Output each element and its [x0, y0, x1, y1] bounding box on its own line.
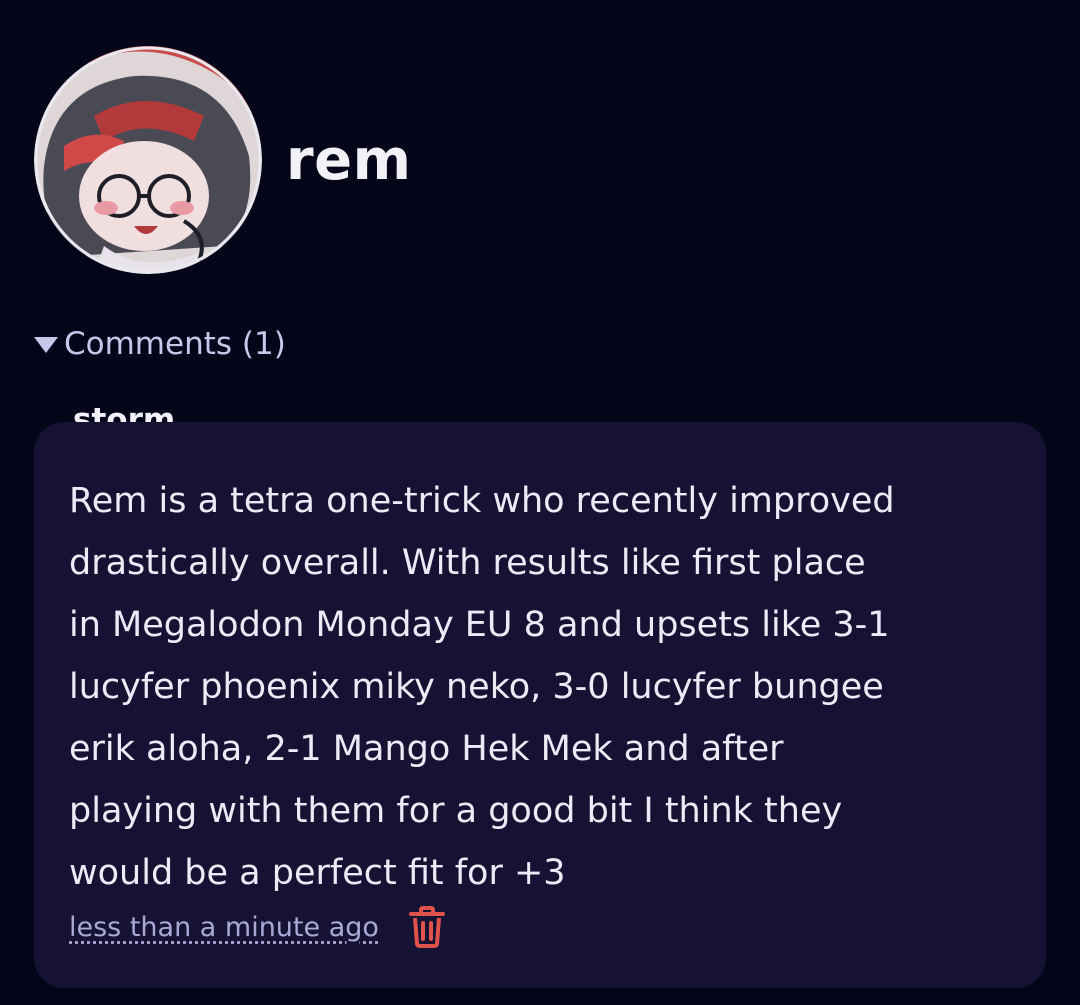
comments-toggle[interactable]: Comments (1) — [34, 326, 286, 362]
comment-card: Rem is a tetra one-trick who recently im… — [34, 422, 1046, 988]
delete-comment-button[interactable] — [405, 904, 449, 950]
comment-line: lucyfer phoenix miky neko, 3-0 lucyfer b… — [69, 667, 884, 707]
comment-line: erik aloha, 2-1 Mango Hek Mek and after — [69, 729, 784, 769]
comment-meta: less than a minute ago — [69, 904, 449, 950]
caret-down-icon — [34, 337, 58, 353]
profile-username: rem — [286, 127, 412, 193]
trash-icon — [408, 906, 445, 948]
comment-line: in Megalodon Monday EU 8 and upsets like… — [69, 605, 890, 645]
comment-timestamp-link[interactable]: less than a minute ago — [69, 912, 379, 943]
comment-body: Rem is a tetra one-trick who recently im… — [69, 470, 1029, 904]
comment-line: would be a perfect fit for +3 — [69, 853, 566, 893]
comments-toggle-label: Comments (1) — [64, 326, 286, 362]
profile-header: rem — [34, 46, 411, 274]
avatar[interactable] — [34, 46, 262, 274]
comment-line: Rem is a tetra one-trick who recently im… — [69, 481, 895, 521]
comment-line: drastically overall. With results like f… — [69, 543, 866, 583]
avatar-image — [34, 46, 262, 274]
comment-line: playing with them for a good bit I think… — [69, 791, 843, 831]
